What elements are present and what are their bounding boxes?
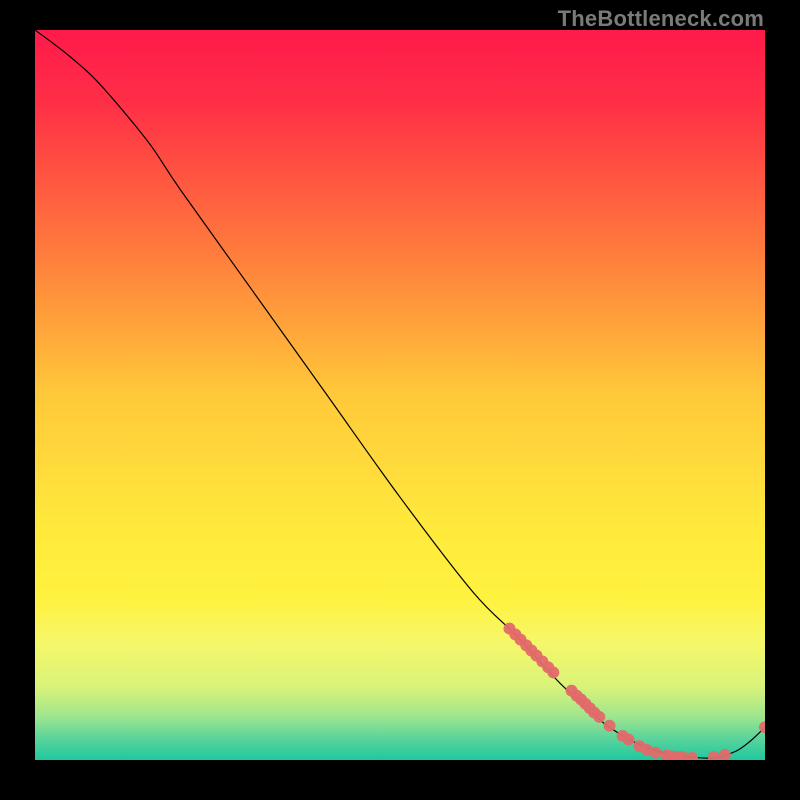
curve-layer	[35, 30, 765, 760]
data-marker	[593, 711, 605, 723]
data-marker	[686, 752, 698, 760]
data-marker	[759, 721, 765, 733]
marker-group	[503, 623, 765, 760]
data-marker	[604, 720, 616, 732]
watermark-text: TheBottleneck.com	[558, 6, 764, 32]
data-marker	[649, 747, 661, 759]
plot-area	[35, 30, 765, 765]
data-marker	[719, 749, 731, 760]
chart-stage: TheBottleneck.com	[0, 0, 800, 800]
curve-line	[35, 30, 765, 758]
data-marker	[708, 751, 720, 760]
data-marker	[547, 666, 559, 678]
data-marker	[622, 734, 634, 746]
